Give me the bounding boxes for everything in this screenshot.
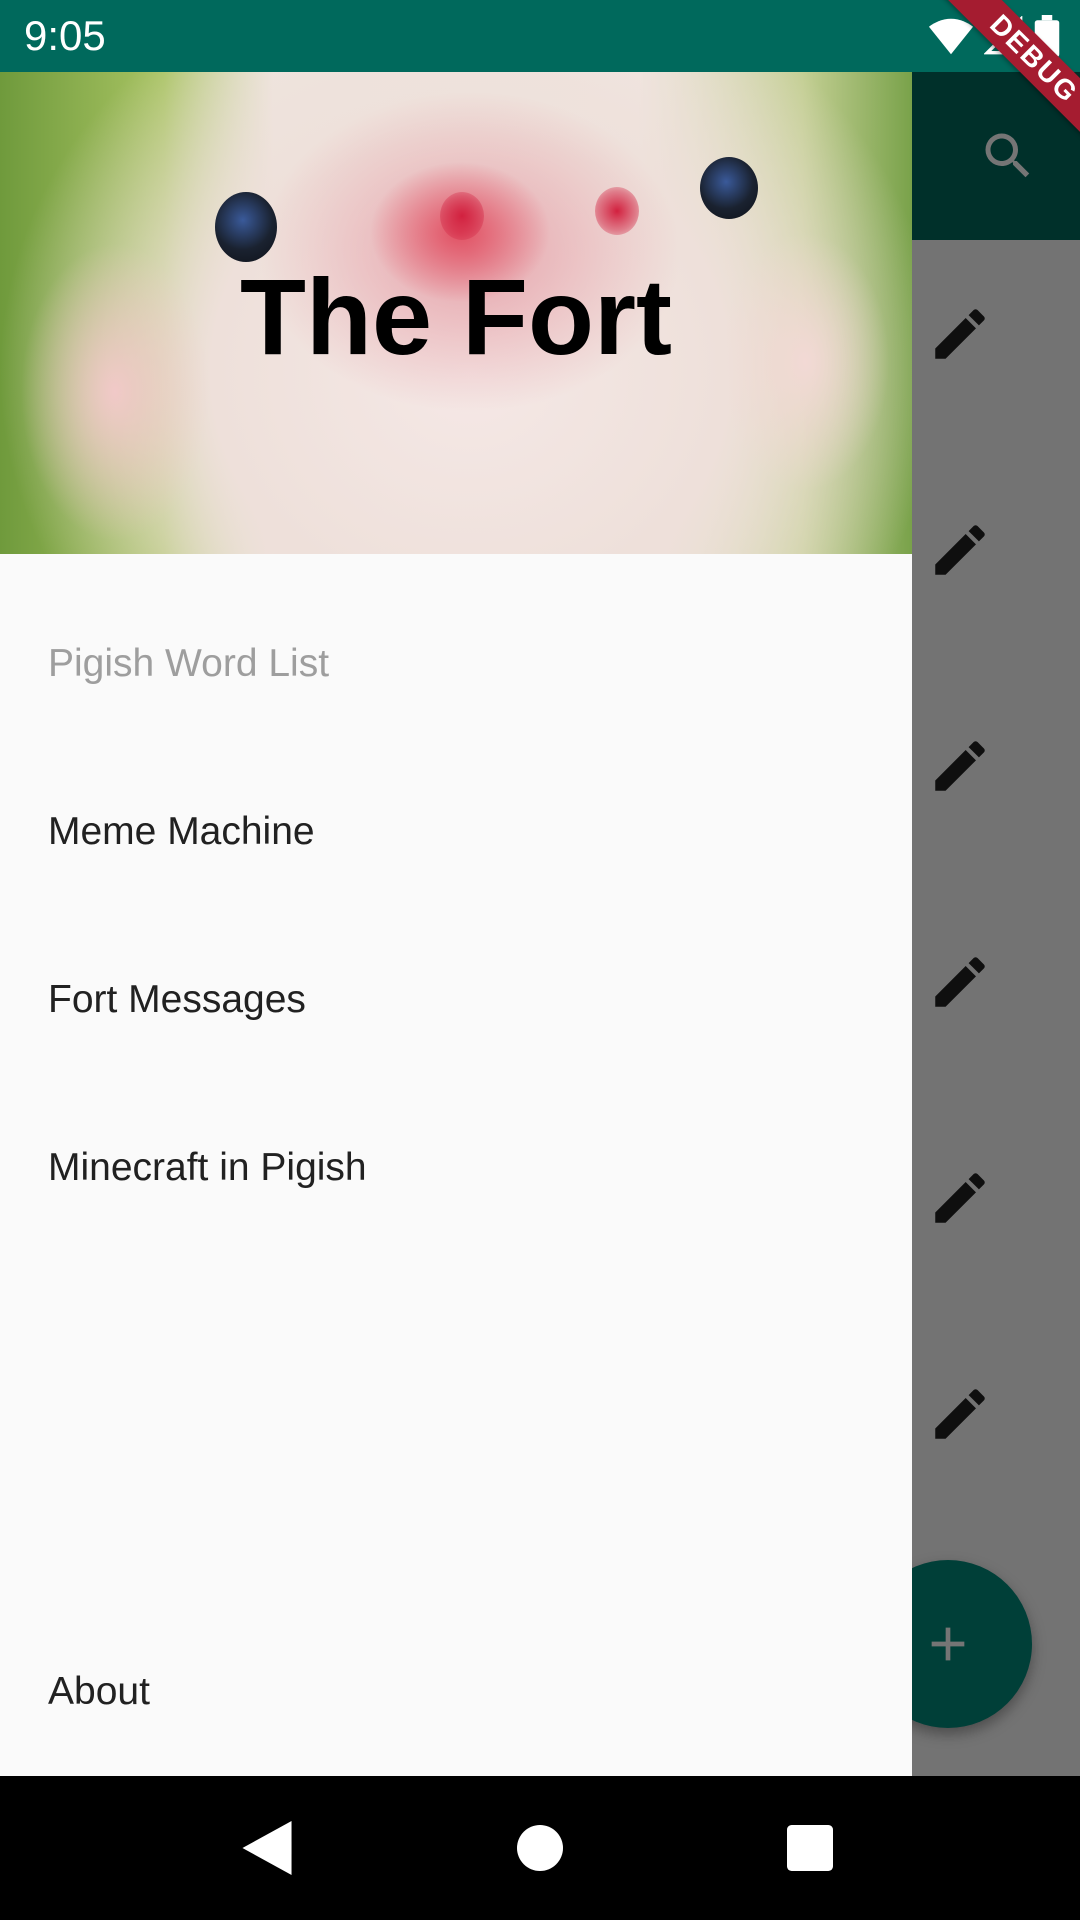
home-button[interactable]: [504, 1812, 576, 1884]
drawer-item-fort-messages[interactable]: Fort Messages: [48, 970, 306, 1030]
recents-icon: [787, 1825, 833, 1871]
drawer-item-pigish-word-list[interactable]: Pigish Word List: [48, 634, 329, 694]
drawer-item-meme-machine[interactable]: Meme Machine: [48, 802, 315, 862]
drawer-header: The Fort: [0, 72, 912, 554]
drawer-item-about[interactable]: About: [48, 1662, 150, 1722]
home-icon: [517, 1825, 563, 1871]
back-button[interactable]: [231, 1812, 303, 1884]
drawer-item-minecraft-in-pigish[interactable]: Minecraft in Pigish: [48, 1138, 367, 1198]
status-time: 9:05: [24, 12, 106, 59]
status-bar: 9:05: [0, 0, 1080, 72]
system-nav-bar: [0, 1776, 1080, 1920]
drawer-title: The Fort: [240, 256, 672, 377]
navigation-drawer: The Fort Pigish Word List Meme Machine F…: [0, 72, 912, 1776]
wifi-icon: [928, 18, 974, 55]
recents-button[interactable]: [774, 1812, 846, 1884]
back-icon: [242, 1821, 292, 1875]
